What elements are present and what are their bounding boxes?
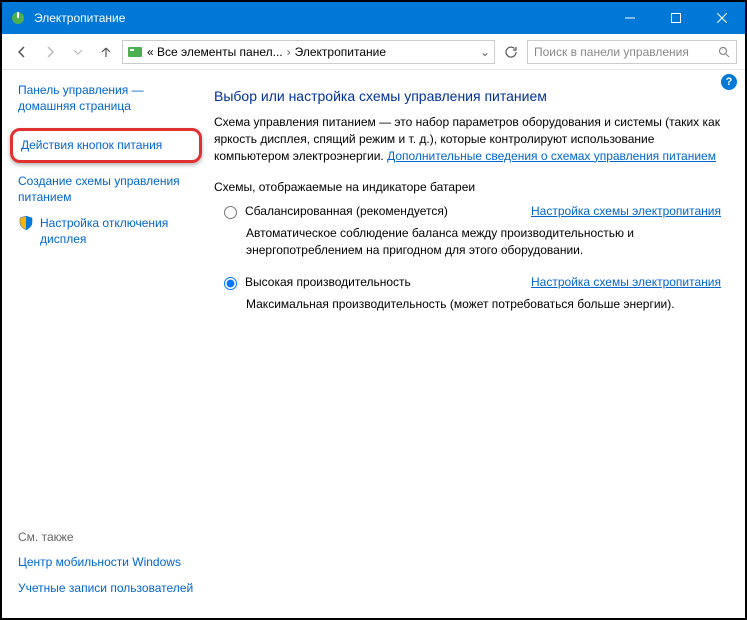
sidebar: Панель управления — домашняя страница Де… (2, 70, 202, 618)
minimize-button[interactable] (607, 2, 653, 34)
highlight-annotation: Действия кнопок питания (10, 128, 202, 162)
back-button[interactable] (10, 40, 34, 64)
main-panel: ? Выбор или настройка схемы управления п… (202, 70, 745, 618)
sidebar-bottom: См. также Центр мобильности Windows Учет… (18, 530, 202, 606)
power-app-icon (10, 10, 26, 26)
sidebar-item-label: Настройка отключения дисплея (40, 215, 202, 247)
sidebar-mobility-link[interactable]: Центр мобильности Windows (18, 554, 202, 570)
window: Электропитание « Все элементы панел... ›… (0, 0, 747, 620)
sidebar-display-off-link[interactable]: Настройка отключения дисплея (18, 215, 202, 247)
breadcrumb-item[interactable]: Электропитание (295, 45, 386, 59)
search-input[interactable]: Поиск в панели управления (527, 40, 737, 64)
plan-description: Максимальная производительность (может п… (246, 296, 721, 313)
maximize-button[interactable] (653, 2, 699, 34)
sidebar-buttons-action-link[interactable]: Действия кнопок питания (21, 137, 191, 153)
help-icon[interactable]: ? (721, 74, 737, 90)
page-description: Схема управления питанием — это набор па… (214, 114, 721, 164)
titlebar: Электропитание (2, 2, 745, 34)
see-also-label: См. также (18, 530, 202, 544)
chevron-down-icon[interactable]: ⌄ (480, 45, 490, 59)
plan-name: Сбалансированная (рекомендуется) (245, 204, 519, 218)
sidebar-create-plan-link[interactable]: Создание схемы управления питанием (18, 173, 202, 205)
power-plan-row: Сбалансированная (рекомендуется) Настрой… (214, 204, 721, 219)
shield-icon (18, 215, 34, 231)
up-button[interactable] (94, 40, 118, 64)
plan-name: Высокая производительность (245, 275, 519, 289)
sidebar-accounts-link[interactable]: Учетные записи пользователей (18, 580, 202, 596)
navbar: « Все элементы панел... › Электропитание… (2, 34, 745, 70)
plan-high-perf-radio[interactable] (224, 277, 237, 290)
plan-settings-link[interactable]: Настройка схемы электропитания (531, 204, 721, 218)
power-plan-row: Высокая производительность Настройка схе… (214, 275, 721, 290)
plan-description: Автоматическое соблюдение баланса между … (246, 225, 721, 259)
breadcrumb[interactable]: « Все элементы панел... › Электропитание… (122, 40, 495, 64)
breadcrumb-item[interactable]: « Все элементы панел... (147, 45, 283, 59)
chevron-right-icon: › (287, 45, 291, 59)
recent-dropdown[interactable] (66, 40, 90, 64)
forward-button[interactable] (38, 40, 62, 64)
refresh-button[interactable] (499, 40, 523, 64)
plan-balanced-radio[interactable] (224, 206, 237, 219)
plan-settings-link[interactable]: Настройка схемы электропитания (531, 275, 721, 289)
sidebar-home-link[interactable]: Панель управления — домашняя страница (18, 82, 202, 114)
window-title: Электропитание (34, 11, 607, 25)
close-button[interactable] (699, 2, 745, 34)
page-heading: Выбор или настройка схемы управления пит… (214, 88, 721, 104)
content-area: Панель управления — домашняя страница Де… (2, 70, 745, 618)
search-icon (718, 46, 730, 58)
plans-section-label: Схемы, отображаемые на индикаторе батаре… (214, 180, 721, 194)
learn-more-link[interactable]: Дополнительные сведения о схемах управле… (387, 149, 716, 163)
search-placeholder: Поиск в панели управления (534, 45, 689, 59)
control-panel-icon (127, 44, 143, 60)
